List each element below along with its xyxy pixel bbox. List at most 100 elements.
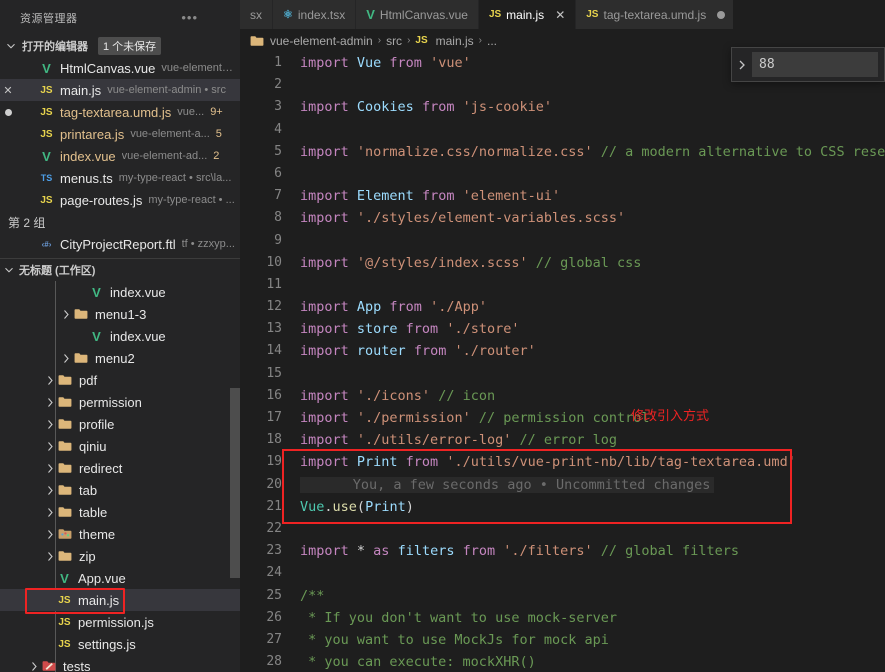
code-text: import store from './store' — [292, 318, 519, 340]
code-text: import router from './router' — [292, 340, 536, 362]
code-token: from — [405, 343, 455, 360]
tab-index-tsx[interactable]: ⚛ index.tsx — [273, 0, 357, 29]
folder-icon — [56, 462, 74, 474]
tree-item-table[interactable]: table — [0, 501, 240, 523]
unsaved-dot-icon[interactable] — [717, 10, 726, 19]
tree-item-qiniu[interactable]: qiniu — [0, 435, 240, 457]
tab-main-js[interactable]: JS main.js ✕ — [478, 0, 577, 29]
code-line: 10 import '@/styles/index.scss' // global… — [240, 252, 885, 274]
open-editor-item[interactable]: ‹#› CityProjectReport.ftl tf • zzxyp... — [0, 233, 240, 255]
tree-item-pdf[interactable]: pdf — [0, 369, 240, 391]
tree-item-settings-js[interactable]: JS settings.js — [0, 633, 240, 655]
breadcrumb-part[interactable]: ... — [487, 34, 497, 48]
chevron-right-icon[interactable] — [60, 353, 72, 364]
chevron-right-icon[interactable] — [44, 529, 56, 540]
tree-item-label: menu1-3 — [95, 306, 147, 322]
find-widget[interactable]: 88 — [731, 47, 885, 82]
code-token: Element — [356, 188, 414, 205]
chevron-right-icon[interactable] — [44, 397, 56, 408]
chevron-right-icon[interactable] — [44, 419, 56, 430]
chevron-right-icon[interactable] — [44, 375, 56, 386]
chevron-right-icon[interactable] — [44, 441, 56, 452]
theme-folder-icon — [56, 528, 74, 540]
code-line: 26 * If you don't want to use mock-serve… — [240, 607, 885, 629]
line-number: 18 — [266, 432, 282, 448]
open-editors-group2-list: ‹#› CityProjectReport.ftl tf • zzxyp... — [0, 233, 240, 255]
tree-item-index-vue[interactable]: Vindex.vue — [0, 325, 240, 347]
tree-item-app-vue[interactable]: V App.vue — [0, 567, 240, 589]
tree-item-theme[interactable]: theme — [0, 523, 240, 545]
sidebar-scrollbar[interactable] — [230, 268, 240, 672]
open-editor-item[interactable]: Vindex.vue vue-element-ad... 2 — [0, 145, 240, 167]
line-number: 25 — [266, 587, 282, 603]
chevron-right-icon[interactable] — [732, 48, 752, 81]
vue-file-icon: V — [92, 284, 101, 300]
code-editor[interactable]: 1 import Vue from 'vue' 2 3 import Cookies f… — [240, 52, 885, 672]
open-editor-item[interactable]: JS page-routes.js my-type-react • ... — [0, 189, 240, 211]
tree-item-label: redirect — [79, 460, 123, 476]
chevron-right-icon[interactable] — [28, 661, 40, 672]
tree-item-zip[interactable]: zip — [0, 545, 240, 567]
code-line: 20 You, a few seconds ago • Uncommitted … — [240, 474, 885, 496]
tree-item-index-vue[interactable]: Vindex.vue — [0, 281, 240, 303]
tree-item-redirect[interactable]: redirect — [0, 457, 240, 479]
tree-item-permission[interactable]: permission — [0, 391, 240, 413]
open-editor-item[interactable]: JS printarea.js vue-element-a... 5 — [0, 123, 240, 145]
code-lines: 1 import Vue from 'vue' 2 3 import Cookies f… — [240, 52, 885, 672]
tree-item-label: tab — [79, 482, 98, 498]
ellipsis-icon[interactable]: ••• — [181, 10, 228, 25]
workspace-section-header[interactable]: 无标题 (工作区) — [0, 259, 240, 281]
vue-file-icon: V — [42, 148, 51, 164]
code-text: import Print from './utils/vue-print-nb/… — [292, 451, 796, 473]
breadcrumb-separator: › — [478, 35, 482, 46]
tree-item-label: theme — [79, 526, 116, 542]
open-editor-item[interactable]: V HtmlCanvas.vue vue-element-a... — [0, 57, 240, 79]
code-token: ( — [356, 498, 366, 515]
code-token: './filters' — [503, 543, 593, 560]
chevron-right-icon[interactable] — [44, 463, 56, 474]
unsaved-dot-icon[interactable] — [0, 108, 16, 116]
code-token: // a modern alternative to CSS resets — [592, 143, 885, 160]
chevron-right-icon[interactable] — [60, 309, 72, 320]
open-editors-label: 打开的编辑器 — [22, 41, 88, 53]
code-token: use — [332, 498, 357, 515]
breadcrumb-part[interactable]: main.js — [436, 34, 474, 48]
tab-sx[interactable]: sx — [240, 0, 273, 29]
open-editor-item[interactable]: TS menus.ts my-type-react • src\la... — [0, 167, 240, 189]
line-number: 20 — [266, 476, 282, 492]
code-line: 7 import Element from 'element-ui' — [240, 185, 885, 207]
tree-item-main-js[interactable]: JS main.js — [0, 589, 240, 611]
tree-item-permission-js[interactable]: JS permission.js — [0, 611, 240, 633]
tree-item-tests[interactable]: tests — [0, 655, 240, 672]
tree-item-menu2[interactable]: menu2 — [0, 347, 240, 369]
breadcrumb-part[interactable]: vue-element-admin — [270, 34, 373, 48]
close-icon[interactable]: ✕ — [0, 84, 16, 97]
chevron-right-icon[interactable] — [44, 485, 56, 496]
tree-item-menu1-3[interactable]: menu1-3 — [0, 303, 240, 325]
line-number: 3 — [274, 99, 282, 115]
tab-tag-textarea-umd-js[interactable]: JS tag-textarea.umd.js — [576, 0, 737, 29]
code-line: 28 * you can execute: mockXHR() — [240, 651, 885, 672]
code-line: 9 — [240, 230, 885, 252]
line-number: 21 — [266, 498, 282, 514]
line-number: 6 — [274, 165, 282, 181]
code-token: './App' — [430, 299, 487, 316]
code-token: import — [300, 299, 357, 316]
code-text: import Cookies from 'js-cookie' — [292, 96, 552, 118]
code-text: import './permission' // permission cont… — [292, 407, 650, 429]
code-token: Print — [365, 498, 406, 515]
find-input[interactable]: 88 — [752, 52, 878, 77]
chevron-right-icon[interactable] — [44, 507, 56, 518]
open-editor-item[interactable]: JS tag-textarea.umd.js vue... 9+ — [0, 101, 240, 123]
breadcrumb-part[interactable]: src — [386, 34, 402, 48]
open-editors-section-header[interactable]: 打开的编辑器 1 个未保存 — [0, 35, 240, 57]
code-text: import Vue from 'vue' — [292, 52, 471, 74]
chevron-right-icon[interactable] — [44, 551, 56, 562]
tab-htmlcanvas-vue[interactable]: V HtmlCanvas.vue — [356, 0, 479, 29]
tree-item-tab[interactable]: tab — [0, 479, 240, 501]
close-icon[interactable]: ✕ — [555, 8, 565, 22]
js-file-icon: JS — [40, 194, 53, 206]
code-line: 16 import './icons' // icon — [240, 385, 885, 407]
open-editor-item[interactable]: ✕ JS main.js vue-element-admin • src — [0, 79, 240, 101]
tree-item-profile[interactable]: profile — [0, 413, 240, 435]
